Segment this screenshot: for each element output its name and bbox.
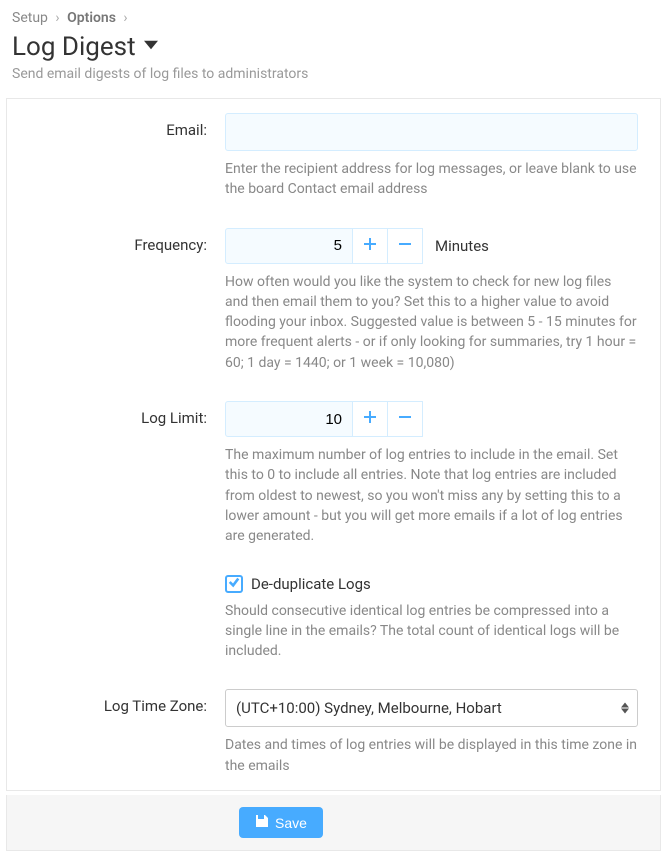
plus-icon bbox=[363, 410, 377, 428]
timezone-value: (UTC+10:00) Sydney, Melbourne, Hobart bbox=[236, 699, 502, 717]
minus-icon bbox=[398, 410, 412, 428]
page-header: Log Digest bbox=[0, 30, 667, 66]
help-dedup: Should consecutive identical log entries… bbox=[225, 601, 638, 662]
frequency-unit: Minutes bbox=[435, 237, 489, 255]
log-limit-decrement-button[interactable] bbox=[387, 401, 423, 437]
breadcrumb-options[interactable]: Options bbox=[67, 10, 116, 26]
frequency-decrement-button[interactable] bbox=[387, 228, 423, 264]
row-dedup: De-duplicate Logs Should consecutive ide… bbox=[7, 561, 660, 676]
check-icon bbox=[228, 576, 240, 592]
log-limit-increment-button[interactable] bbox=[352, 401, 388, 437]
minus-icon bbox=[398, 237, 412, 255]
help-frequency: How often would you like the system to c… bbox=[225, 272, 638, 373]
breadcrumb-sep: › bbox=[123, 10, 127, 26]
dedup-label: De-duplicate Logs bbox=[251, 575, 371, 593]
label-timezone: Log Time Zone: bbox=[7, 689, 225, 776]
email-field[interactable] bbox=[225, 113, 638, 151]
label-log-limit: Log Limit: bbox=[7, 401, 225, 546]
dedup-checkbox[interactable] bbox=[225, 575, 243, 593]
help-timezone: Dates and times of log entries will be d… bbox=[225, 735, 638, 776]
breadcrumb: Setup › Options › bbox=[0, 0, 667, 30]
help-log-limit: The maximum number of log entries to inc… bbox=[225, 445, 638, 546]
row-log-limit: Log Limit: The maximum number of log ent… bbox=[7, 387, 660, 560]
row-frequency: Frequency: Minutes How often would you l… bbox=[7, 214, 660, 387]
page-title: Log Digest bbox=[12, 32, 136, 62]
options-panel: Email: Enter the recipient address for l… bbox=[6, 98, 661, 791]
footer-bar: Save bbox=[6, 795, 661, 851]
dedup-checkbox-wrap[interactable]: De-duplicate Logs bbox=[225, 575, 638, 593]
breadcrumb-sep: › bbox=[55, 10, 59, 26]
frequency-increment-button[interactable] bbox=[352, 228, 388, 264]
breadcrumb-setup[interactable]: Setup bbox=[12, 10, 48, 26]
log-limit-input[interactable] bbox=[225, 401, 353, 437]
page-description: Send email digests of log files to admin… bbox=[0, 66, 667, 94]
label-frequency: Frequency: bbox=[7, 228, 225, 373]
select-arrows-icon bbox=[621, 703, 629, 714]
row-timezone: Log Time Zone: (UTC+10:00) Sydney, Melbo… bbox=[7, 675, 660, 790]
help-email: Enter the recipient address for log mess… bbox=[225, 159, 638, 200]
row-email: Email: Enter the recipient address for l… bbox=[7, 99, 660, 214]
timezone-select[interactable]: (UTC+10:00) Sydney, Melbourne, Hobart bbox=[225, 689, 638, 727]
save-icon bbox=[255, 814, 275, 831]
save-label: Save bbox=[275, 815, 307, 831]
caret-down-icon[interactable] bbox=[144, 38, 158, 56]
frequency-input[interactable] bbox=[225, 228, 353, 264]
save-button[interactable]: Save bbox=[239, 807, 323, 838]
plus-icon bbox=[363, 237, 377, 255]
label-dedup-empty bbox=[7, 575, 225, 662]
label-email: Email: bbox=[7, 113, 225, 200]
